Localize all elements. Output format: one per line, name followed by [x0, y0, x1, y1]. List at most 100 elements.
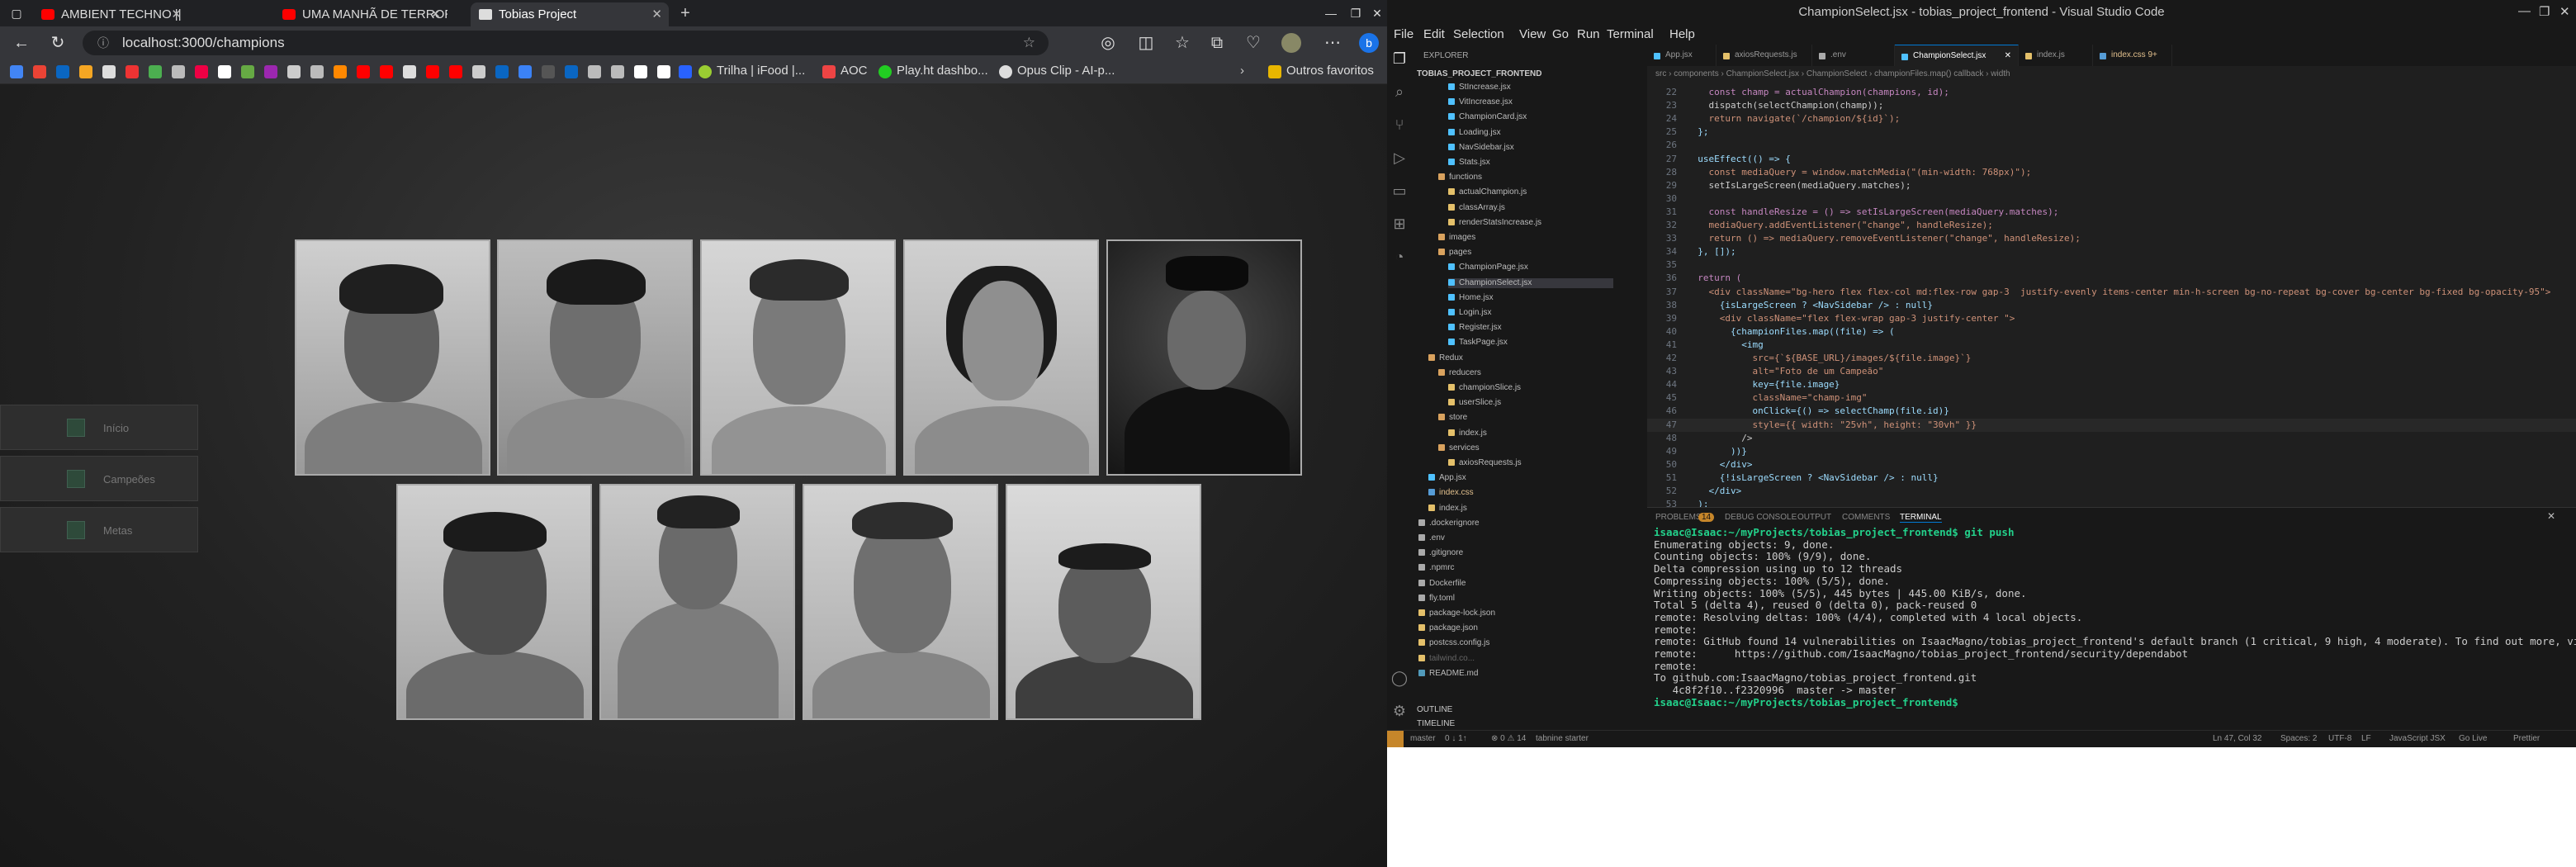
youtube-icon[interactable]: [426, 65, 439, 78]
nav-inicio-button[interactable]: Início: [0, 405, 198, 450]
ifood-icon[interactable]: [698, 65, 712, 78]
bookmark-opus[interactable]: Opus Clip - AI-p...: [1017, 64, 1115, 78]
menu-view[interactable]: View: [1519, 27, 1546, 41]
champion-photo[interactable]: [396, 484, 592, 720]
settings-sync-icon[interactable]: ◔: [1390, 248, 1409, 266]
bookmark-icon[interactable]: [588, 65, 601, 78]
file-tree-item[interactable]: services: [1438, 443, 1480, 453]
bookmark-playht[interactable]: Play.ht dashbo...: [897, 64, 988, 78]
github-icon[interactable]: [102, 65, 116, 78]
panel-tab-comments[interactable]: COMMENTS: [1842, 513, 1890, 522]
profile-avatar[interactable]: [1281, 33, 1301, 53]
file-tree-item[interactable]: .npmrc: [1418, 563, 1455, 573]
file-tree-item[interactable]: Home.jsx: [1448, 293, 1494, 303]
bookmark-icon[interactable]: [403, 65, 416, 78]
remote-explorer-icon[interactable]: ▭: [1390, 182, 1409, 200]
eol-setting[interactable]: LF: [2361, 734, 2371, 743]
menu-selection[interactable]: Selection: [1453, 27, 1504, 41]
bookmark-icon[interactable]: [472, 65, 485, 78]
collections-icon[interactable]: ⧉: [1207, 33, 1227, 53]
menu-terminal[interactable]: Terminal: [1607, 27, 1654, 41]
bookmark-icon[interactable]: [172, 65, 185, 78]
editor-tab[interactable]: index.css 9+: [2093, 45, 2172, 66]
bookmark-icon[interactable]: [334, 65, 347, 78]
editor-tab[interactable]: App.jsx: [1647, 45, 1717, 66]
bookmark-icon[interactable]: [310, 65, 324, 78]
reload-icon[interactable]: ↻: [48, 33, 68, 53]
champion-photo[interactable]: [803, 484, 998, 720]
file-tree-item[interactable]: index.js: [1448, 429, 1487, 438]
file-tree-item[interactable]: Register.jsx: [1448, 323, 1502, 333]
file-tree-item[interactable]: Redux: [1428, 353, 1463, 363]
file-tree-item[interactable]: App.jsx: [1428, 473, 1466, 483]
info-icon[interactable]: ⓘ: [97, 31, 109, 55]
close-window-icon[interactable]: ✕: [1367, 3, 1387, 23]
file-tree-item[interactable]: NavSidebar.jsx: [1448, 143, 1514, 153]
files-icon[interactable]: ❐: [1390, 50, 1409, 68]
back-icon[interactable]: ←: [12, 33, 31, 53]
file-tree-item[interactable]: package.json: [1418, 623, 1478, 633]
file-tree-item[interactable]: store: [1438, 413, 1467, 423]
bookmark-icon[interactable]: [33, 65, 46, 78]
champion-photo[interactable]: [295, 239, 490, 476]
file-tree-item[interactable]: Stats.jsx: [1448, 158, 1490, 168]
file-tree-item[interactable]: StIncrease.jsx: [1448, 83, 1511, 92]
close-window-icon[interactable]: ✕: [2559, 4, 2570, 19]
bookmark-icon[interactable]: [241, 65, 254, 78]
file-tree-item[interactable]: userSlice.js: [1448, 398, 1501, 408]
aoc-icon[interactable]: [822, 65, 836, 78]
file-tree-item[interactable]: ChampionPage.jsx: [1448, 263, 1528, 272]
new-tab-button[interactable]: +: [675, 3, 695, 23]
bookmark-icon[interactable]: [195, 65, 208, 78]
remote-indicator-icon[interactable]: [1387, 731, 1404, 747]
file-tree-item[interactable]: championSlice.js: [1448, 383, 1521, 393]
tabnine-indicator[interactable]: tabnine starter: [1536, 734, 1589, 743]
bookmark-icon[interactable]: [218, 65, 231, 78]
champion-photo[interactable]: [599, 484, 795, 720]
bookmark-icon[interactable]: [79, 65, 92, 78]
panel-tab-terminal[interactable]: TERMINAL: [1900, 513, 1942, 523]
linkedin-icon[interactable]: [56, 65, 69, 78]
close-icon[interactable]: ✕: [171, 2, 182, 26]
close-icon[interactable]: ✕: [651, 2, 662, 26]
panel-tab-debug-console[interactable]: DEBUG CONSOLE: [1725, 513, 1797, 522]
linkedin-icon[interactable]: [565, 65, 578, 78]
file-tree-item[interactable]: postcss.config.js: [1418, 638, 1489, 648]
bookmark-icon[interactable]: [264, 65, 277, 78]
bookmark-icon[interactable]: [149, 65, 162, 78]
tab-ambient-techno[interactable]: AMBIENT TECHNO || ✕: [33, 2, 188, 26]
encoding-setting[interactable]: UTF-8: [2328, 734, 2351, 743]
file-tree-item[interactable]: ChampionCard.jsx: [1448, 112, 1527, 122]
file-tree-item[interactable]: classArray.js: [1448, 203, 1505, 213]
editor-tab[interactable]: .env: [1812, 45, 1895, 66]
bookmark-trilha[interactable]: Trilha | iFood |...: [717, 64, 805, 78]
bookmark-icon[interactable]: [679, 65, 692, 78]
bookmark-outros-favoritos[interactable]: Outros favoritos: [1286, 64, 1374, 78]
file-tree-item[interactable]: renderStatsIncrease.js: [1448, 218, 1541, 228]
panel-tab-output[interactable]: OUTPUT: [1797, 513, 1831, 522]
breadcrumb[interactable]: src › components › ChampionSelect.jsx › …: [1647, 66, 2576, 83]
file-tree-item[interactable]: actualChampion.js: [1448, 187, 1527, 197]
menu-run[interactable]: Run: [1577, 27, 1600, 41]
bookmark-icon[interactable]: [611, 65, 624, 78]
copilot-icon[interactable]: b: [1359, 33, 1379, 53]
search-icon[interactable]: ⌕: [1390, 83, 1409, 101]
close-panel-icon[interactable]: ✕: [2547, 510, 2555, 522]
file-tree-item[interactable]: package-lock.json: [1418, 609, 1495, 618]
file-tree-item[interactable]: Loading.jsx: [1448, 128, 1501, 138]
sync-indicator[interactable]: 0 ↓ 1↑: [1445, 734, 1467, 743]
menu-go[interactable]: Go: [1552, 27, 1569, 41]
file-tree-item[interactable]: .gitignore: [1418, 548, 1463, 558]
minimize-icon[interactable]: —: [1321, 3, 1341, 23]
nav-metas-button[interactable]: Metas: [0, 507, 198, 552]
prettier-indicator[interactable]: Prettier: [2513, 734, 2540, 743]
champion-photo[interactable]: [497, 239, 693, 476]
file-tree-item[interactable]: images: [1438, 233, 1475, 243]
timeline-section[interactable]: TIMELINE: [1417, 719, 1455, 729]
maximize-icon[interactable]: ❐: [2539, 4, 2550, 19]
panel-tab-problems[interactable]: PROBLEMS: [1655, 513, 1702, 522]
editor-tab[interactable]: index.js: [2019, 45, 2093, 66]
close-icon[interactable]: ✕: [2005, 45, 2011, 67]
bookmark-icon[interactable]: [125, 65, 139, 78]
file-tree-item[interactable]: VitIncrease.jsx: [1448, 97, 1513, 107]
